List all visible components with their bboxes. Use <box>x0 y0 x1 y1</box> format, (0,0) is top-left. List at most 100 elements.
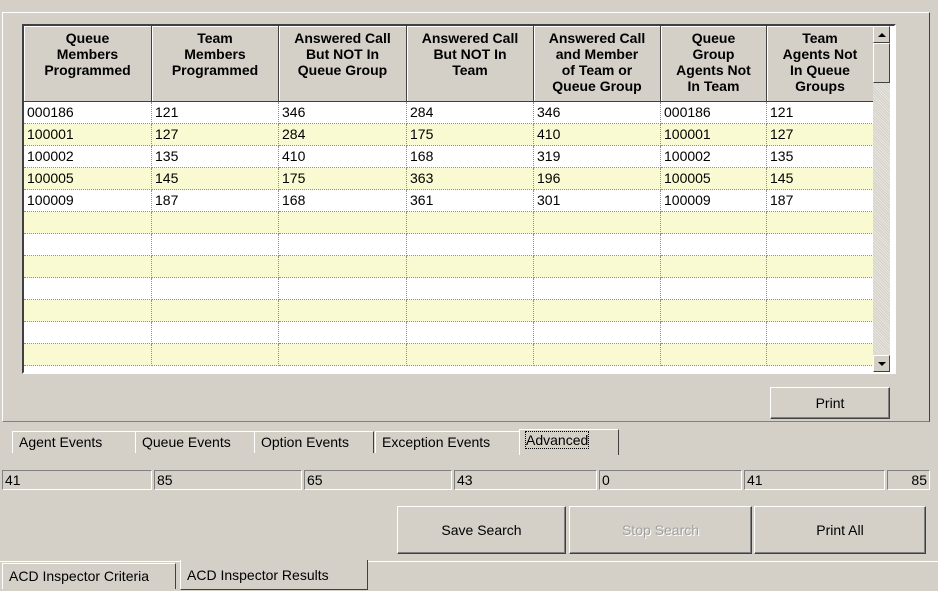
table-row[interactable]: 100002 135 410 168 319 100002 135 <box>24 146 874 168</box>
stop-search-button[interactable]: Stop Search <box>569 506 752 554</box>
table-cell <box>279 344 407 366</box>
print-all-button[interactable]: Print All <box>754 506 926 554</box>
table-row[interactable] <box>24 234 874 256</box>
table-cell <box>152 344 279 366</box>
column-header-line: Groups <box>795 78 845 94</box>
table-cell <box>24 234 152 256</box>
column-header-label: Answered Call But NOT In Queue Group <box>294 30 390 78</box>
column-header[interactable]: Queue Members Programmed <box>24 26 152 102</box>
outer-tab-acd-inspector-criteria[interactable]: ACD Inspector Criteria <box>2 563 176 589</box>
table-cell <box>279 322 407 344</box>
tab-label: Agent Events <box>19 434 103 450</box>
column-header[interactable]: Team Agents Not In Queue Groups <box>767 26 874 102</box>
column-header-line: Answered Call <box>548 30 646 46</box>
column-header-label: Answered Call and Member of Team or Queue G… <box>549 30 645 94</box>
table-cell <box>534 212 661 234</box>
print-button[interactable]: Print <box>770 387 890 419</box>
table-cell <box>24 256 152 278</box>
table-cell <box>407 300 534 322</box>
table-row[interactable] <box>24 322 874 344</box>
inner-tab-advanced[interactable]: Advanced <box>519 429 619 455</box>
column-header-line: Team <box>802 30 838 46</box>
column-header-line: Queue Group <box>297 62 388 78</box>
table-row[interactable]: 000186 121 346 284 346 000186 121 <box>24 102 874 124</box>
column-header-line: Queue <box>691 30 736 46</box>
table-cell: 187 <box>152 190 279 212</box>
table-cell: 301 <box>534 190 661 212</box>
inner-tab-option-events[interactable]: Option Events <box>254 431 374 453</box>
column-header-line: Members <box>56 46 119 62</box>
inner-tab-agent-events[interactable]: Agent Events <box>12 431 140 453</box>
table-cell: 361 <box>407 190 534 212</box>
table-row[interactable] <box>24 344 874 366</box>
inner-tab-exception-events[interactable]: Exception Events <box>375 431 521 453</box>
table-cell <box>279 300 407 322</box>
tab-label: ACD Inspector Criteria <box>9 568 150 584</box>
table-cell: 284 <box>407 102 534 124</box>
status-field: 85 <box>887 470 930 490</box>
table-cell <box>661 256 767 278</box>
inner-tab-queue-events[interactable]: Queue Events <box>135 431 257 453</box>
table-cell <box>152 234 279 256</box>
status-field: 43 <box>454 470 597 490</box>
table-cell <box>24 300 152 322</box>
outer-tab-divider <box>0 561 938 562</box>
column-header[interactable]: Answered Call But NOT In Queue Group <box>279 26 407 102</box>
column-header-line: Members <box>184 46 246 62</box>
tab-label: ACD Inspector Results <box>187 567 329 583</box>
column-header[interactable]: Team Members Programmed <box>152 26 279 102</box>
table-cell <box>661 212 767 234</box>
table-cell <box>152 300 279 322</box>
table-cell <box>534 322 661 344</box>
column-header-label: Team Members Programmed <box>172 30 258 78</box>
column-header[interactable]: Answered Call and Member of Team or Queue G… <box>534 26 661 102</box>
scroll-up-button[interactable] <box>873 26 890 43</box>
table-row[interactable] <box>24 300 874 322</box>
table-cell <box>661 278 767 300</box>
table-cell: 127 <box>767 124 874 146</box>
table-cell <box>767 278 874 300</box>
table-cell: 121 <box>767 102 874 124</box>
table-cell: 121 <box>152 102 279 124</box>
results-grid[interactable]: Queue Members Programmed Team Members Program… <box>22 24 896 374</box>
column-header-line: But NOT In <box>433 46 507 62</box>
table-cell: 196 <box>534 168 661 190</box>
table-cell <box>407 322 534 344</box>
table-cell: 135 <box>767 146 874 168</box>
scroll-down-button[interactable] <box>873 355 890 372</box>
column-header-line: In Team <box>687 78 740 94</box>
table-cell <box>152 322 279 344</box>
outer-tab-acd-inspector-results[interactable]: ACD Inspector Results <box>180 560 368 590</box>
table-cell: 145 <box>152 168 279 190</box>
table-cell <box>661 300 767 322</box>
table-cell <box>24 278 152 300</box>
table-row[interactable]: 100009 187 168 361 301 100009 187 <box>24 190 874 212</box>
table-row[interactable]: 100005 145 175 363 196 100005 145 <box>24 168 874 190</box>
table-row[interactable] <box>24 212 874 234</box>
table-cell: 284 <box>279 124 407 146</box>
column-header-line: Team <box>452 62 488 78</box>
vertical-scrollbar[interactable] <box>873 26 890 372</box>
table-row[interactable] <box>24 278 874 300</box>
tab-label: Option Events <box>261 434 349 450</box>
table-row[interactable]: 100001 127 284 175 410 100001 127 <box>24 124 874 146</box>
column-header-line: Queue <box>65 30 110 46</box>
column-header-line: Answered Call <box>294 30 391 46</box>
table-cell <box>534 278 661 300</box>
column-header-line: Agents Not <box>676 62 751 78</box>
save-search-button[interactable]: Save Search <box>397 506 566 554</box>
column-header[interactable]: Answered Call But NOT In Team <box>407 26 534 102</box>
table-cell <box>24 344 152 366</box>
table-cell <box>767 256 874 278</box>
table-cell <box>24 212 152 234</box>
table-cell: 145 <box>767 168 874 190</box>
table-cell <box>279 212 407 234</box>
table-cell <box>767 212 874 234</box>
table-row[interactable] <box>24 256 874 278</box>
column-header-label: Answered Call But NOT In Team <box>422 30 518 78</box>
column-header-line: of Team or <box>561 62 633 78</box>
table-cell: 100001 <box>24 124 152 146</box>
status-field: 41 <box>2 470 152 490</box>
scrollbar-thumb[interactable] <box>873 43 890 83</box>
column-header[interactable]: Queue Group Agents Not In Team <box>661 26 767 102</box>
